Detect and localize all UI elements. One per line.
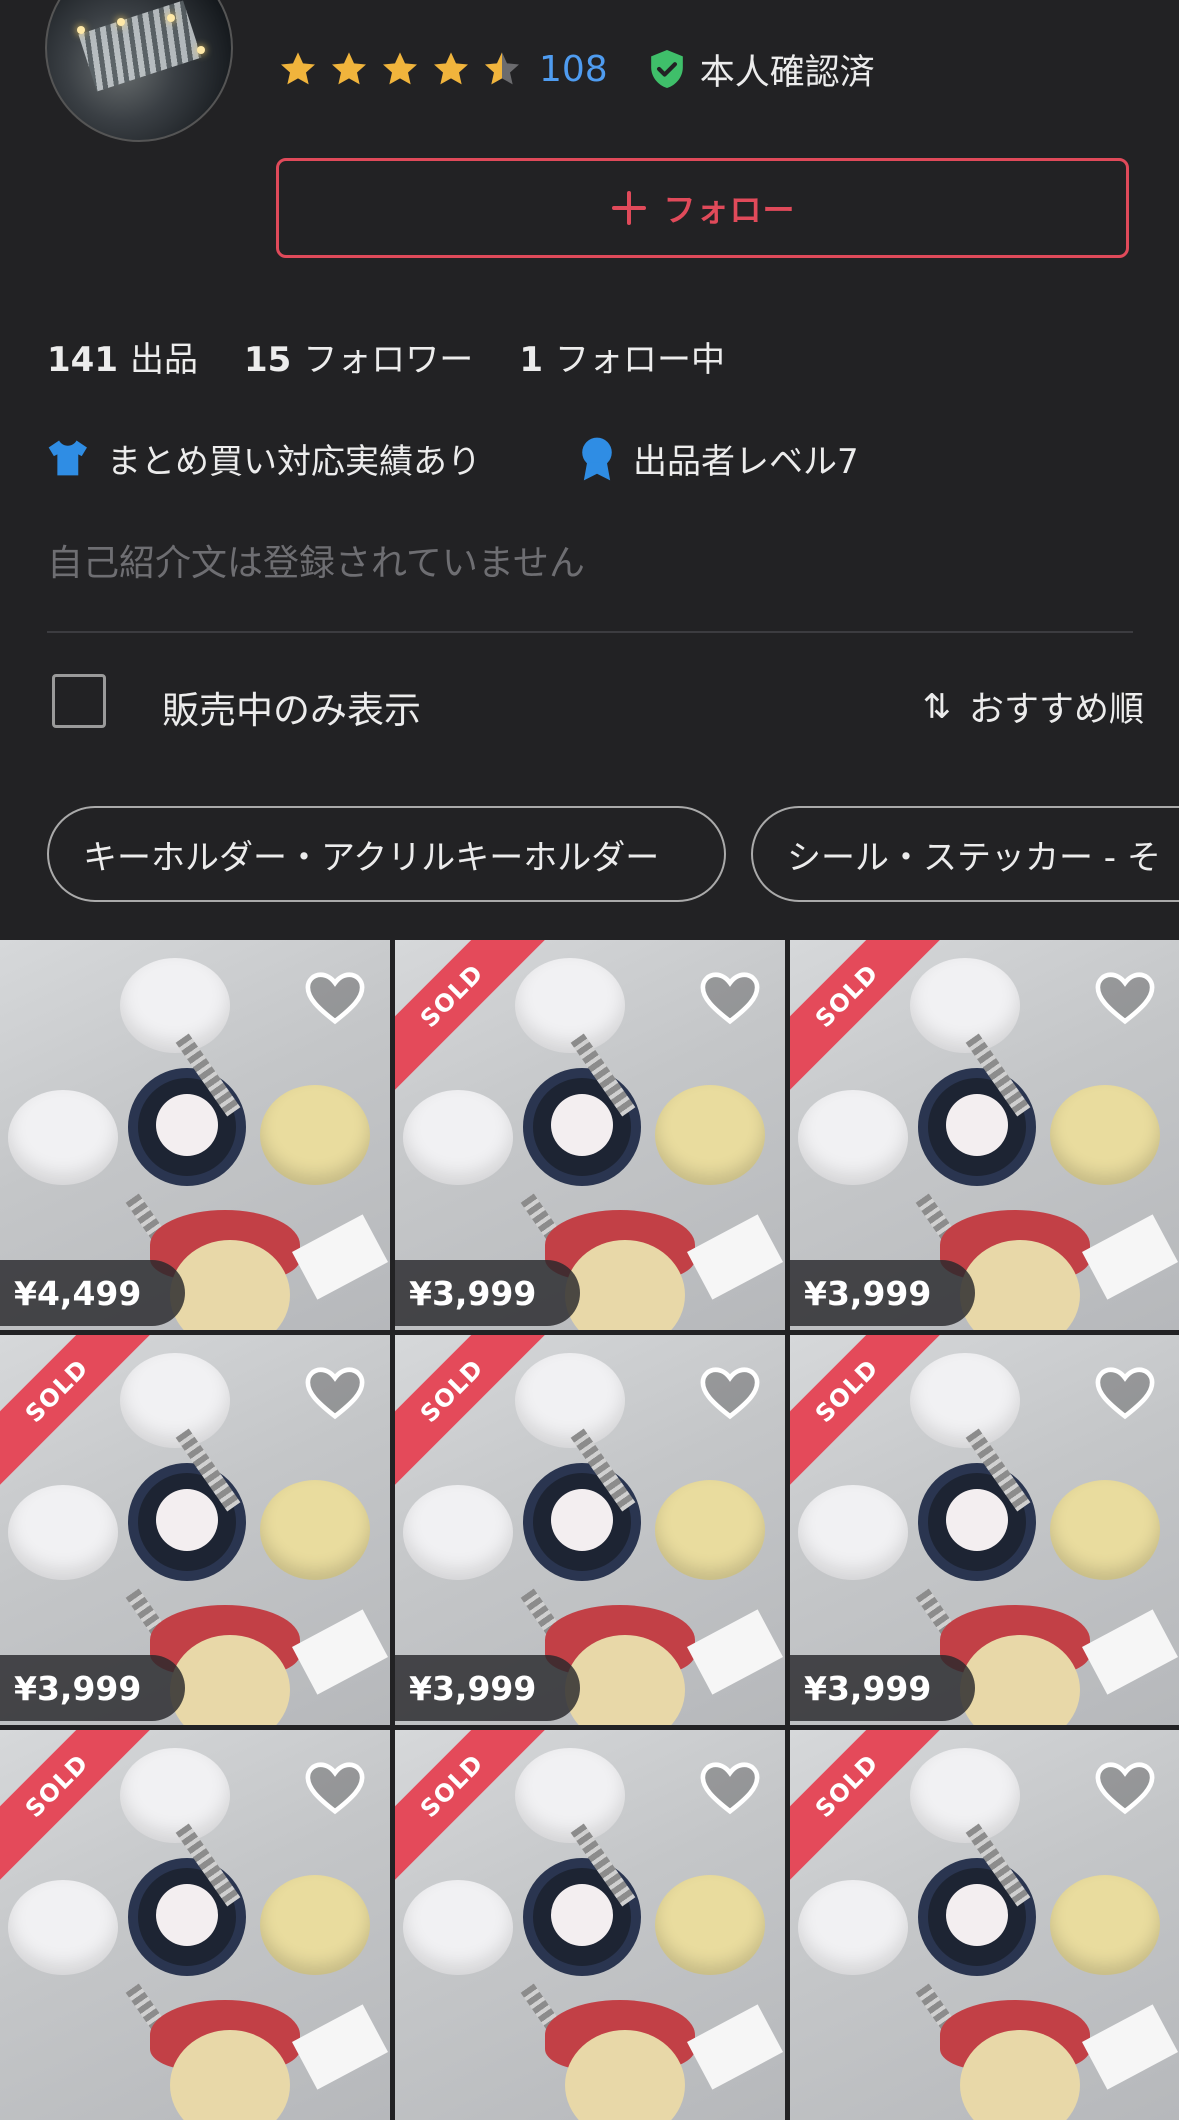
on-sale-only-checkbox[interactable]	[52, 674, 106, 728]
seller-avatar[interactable]	[45, 0, 233, 142]
heart-icon[interactable]	[699, 1365, 761, 1421]
heart-icon[interactable]	[1094, 1760, 1156, 1816]
category-chip-label: キーホルダー・アクリルキーホルダー	[83, 837, 660, 878]
heart-icon[interactable]	[1094, 1365, 1156, 1421]
sold-label: SOLD	[19, 1748, 95, 1824]
seller-level-badge: 出品者レベル7	[577, 434, 859, 483]
plus-icon	[612, 191, 647, 225]
sold-label: SOLD	[414, 958, 490, 1034]
sold-label: SOLD	[19, 1353, 95, 1429]
shirt-icon	[48, 439, 87, 475]
listing-count-label: 出品	[129, 340, 198, 380]
sort-label: おすすめ順	[968, 690, 1144, 730]
item-price: ¥3,999	[395, 1655, 581, 1721]
follower-count-number: 15	[243, 340, 292, 380]
sold-label: SOLD	[809, 1748, 885, 1824]
item-card[interactable]: SOLD ¥3,999	[790, 940, 1179, 1330]
follower-count-label: フォロワー	[303, 340, 474, 380]
divider	[47, 631, 1133, 633]
verified-badge: 本人確認済	[648, 44, 875, 95]
item-card[interactable]: SOLD ¥3,999	[0, 1335, 390, 1725]
follow-label: フォロー	[663, 191, 796, 229]
sort-icon: ⇅	[922, 686, 951, 727]
follower-count[interactable]: 15 フォロワー	[244, 332, 473, 381]
item-card[interactable]: SOLD	[395, 1730, 785, 2120]
sold-label: SOLD	[809, 1353, 885, 1429]
item-card[interactable]: SOLD	[0, 1730, 390, 2120]
seller-bio: 自己紹介文は登録されていません	[47, 543, 585, 584]
heart-icon[interactable]	[304, 970, 366, 1026]
star-icon	[383, 52, 417, 85]
heart-icon[interactable]	[304, 1365, 366, 1421]
item-price: ¥3,999	[395, 1260, 581, 1326]
heart-icon[interactable]	[699, 970, 761, 1026]
seller-badges: まとめ買い対応実績あり 出品者レベル7	[47, 434, 955, 483]
star-icon	[281, 52, 315, 85]
category-chip[interactable]: シール・ステッカー - そ	[751, 806, 1179, 902]
following-count-label: フォロー中	[554, 340, 725, 380]
sort-dropdown[interactable]: ⇅ おすすめ順	[922, 681, 1144, 732]
half-star-icon	[485, 52, 519, 85]
sold-label: SOLD	[809, 958, 885, 1034]
bulk-purchase-badge: まとめ買い対応実績あり	[47, 434, 481, 483]
star-icon	[434, 52, 468, 85]
category-chip[interactable]: キーホルダー・アクリルキーホルダー	[47, 806, 726, 902]
verified-label: 本人確認済	[699, 52, 875, 93]
seller-stats: 141 出品 15 フォロワー 1 フォロー中	[47, 332, 771, 381]
heart-icon[interactable]	[1094, 970, 1156, 1026]
following-count-number: 1	[519, 340, 543, 380]
bulk-purchase-label: まとめ買い対応実績あり	[107, 442, 481, 482]
category-chip-label: シール・ステッカー - そ	[787, 837, 1161, 878]
item-card[interactable]: SOLD	[790, 1730, 1179, 2120]
sold-label: SOLD	[414, 1748, 490, 1824]
heart-icon[interactable]	[699, 1760, 761, 1816]
item-card[interactable]: ¥4,499	[0, 940, 390, 1330]
listing-count-number: 141	[47, 340, 118, 380]
star-icon	[332, 52, 366, 85]
item-price: ¥3,999	[0, 1655, 186, 1721]
on-sale-only-label[interactable]: 販売中のみ表示	[162, 680, 421, 734]
ribbon-medal-icon	[582, 437, 612, 480]
item-card[interactable]: SOLD ¥3,999	[395, 940, 785, 1330]
item-price: ¥4,499	[0, 1260, 186, 1326]
shield-check-icon	[650, 50, 683, 88]
item-price: ¥3,999	[790, 1655, 976, 1721]
follow-button[interactable]: フォロー	[276, 158, 1129, 258]
heart-icon[interactable]	[304, 1760, 366, 1816]
seller-rating[interactable]: 108 本人確認済	[278, 44, 875, 94]
sold-label: SOLD	[414, 1353, 490, 1429]
listing-count[interactable]: 141 出品	[47, 332, 198, 381]
item-card[interactable]: SOLD ¥3,999	[790, 1335, 1179, 1725]
seller-level-label: 出品者レベル7	[633, 442, 859, 482]
item-price: ¥3,999	[790, 1260, 976, 1326]
item-card[interactable]: SOLD ¥3,999	[395, 1335, 785, 1725]
following-count[interactable]: 1 フォロー中	[519, 332, 725, 381]
rating-count[interactable]: 108	[539, 49, 608, 90]
